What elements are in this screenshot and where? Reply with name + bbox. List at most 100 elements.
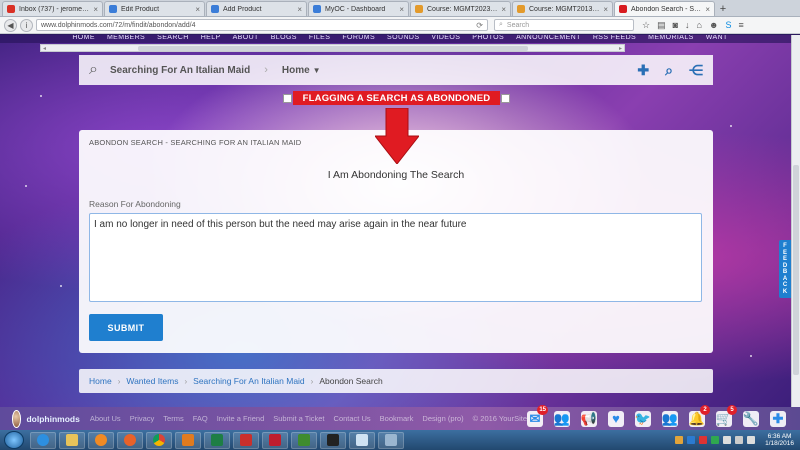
- scroll-thumb[interactable]: [793, 165, 799, 375]
- bookmark-star-icon[interactable]: ☆: [642, 20, 650, 31]
- close-icon[interactable]: ×: [603, 5, 608, 14]
- close-icon[interactable]: ×: [297, 5, 302, 14]
- messages-icon[interactable]: ✉ 15: [527, 404, 548, 427]
- footer-link[interactable]: Invite a Friend: [217, 414, 265, 423]
- top-menu-item[interactable]: PHOTOS: [472, 35, 504, 43]
- browser-tab[interactable]: Add Product ×: [206, 1, 307, 16]
- firefox-icon[interactable]: [117, 431, 143, 449]
- tray-icon[interactable]: [699, 436, 708, 444]
- close-icon[interactable]: ×: [501, 5, 506, 14]
- reason-textarea[interactable]: I am no longer in need of this person bu…: [89, 213, 702, 302]
- friends-icon[interactable]: 👥: [662, 410, 678, 427]
- browser-search-input[interactable]: ⌕ Search: [494, 19, 634, 31]
- browser-tab[interactable]: Abondon Search - Sear... ×: [614, 1, 715, 16]
- avatar[interactable]: [12, 409, 22, 428]
- twitter-icon[interactable]: 🐦: [635, 410, 651, 427]
- share-icon[interactable]: ⋲: [689, 62, 703, 79]
- browser-tab[interactable]: Inbox (737) - jeromemi... ×: [2, 1, 103, 16]
- top-menu-item[interactable]: MEMBERS: [107, 35, 145, 43]
- browser-tab[interactable]: Course: MGMT2023 Fin...×: [410, 1, 511, 16]
- top-menu-item[interactable]: FORUMS: [342, 35, 375, 43]
- pocket-icon[interactable]: ◙: [673, 20, 678, 31]
- submit-button[interactable]: SUBMIT: [89, 314, 163, 341]
- vertical-scrollbar[interactable]: [791, 35, 800, 407]
- breadcrumb-link[interactable]: Searching For An Italian Maid: [193, 376, 305, 386]
- browser-tab[interactable]: Edit Product ×: [104, 1, 205, 16]
- excel-icon[interactable]: [204, 431, 230, 449]
- footer-link[interactable]: Design (pro): [422, 414, 463, 423]
- plus-icon[interactable]: ✚: [770, 410, 786, 427]
- username[interactable]: dolphinmods: [26, 414, 79, 424]
- tray-icon[interactable]: [687, 436, 696, 444]
- horizontal-scrollbar[interactable]: ◂ ▸: [40, 44, 625, 52]
- home-icon[interactable]: ⌂: [697, 20, 702, 31]
- download-icon[interactable]: ↓: [685, 20, 690, 31]
- network-icon[interactable]: [735, 436, 744, 444]
- top-menu-item[interactable]: ANNOUNCEMENT: [516, 35, 581, 43]
- scroll-thumb[interactable]: [137, 45, 528, 51]
- home-dropdown[interactable]: Home ▼: [282, 65, 321, 76]
- back-icon[interactable]: ◀: [4, 18, 17, 32]
- close-icon[interactable]: ×: [93, 5, 98, 14]
- top-menu-item[interactable]: HOME: [72, 35, 95, 43]
- top-menu-item[interactable]: ABOUT: [233, 35, 259, 43]
- site-info-icon[interactable]: i: [20, 18, 33, 32]
- outlook-icon[interactable]: [175, 431, 201, 449]
- reload-icon[interactable]: ⟳: [476, 21, 483, 30]
- heart-icon[interactable]: ♥: [608, 410, 624, 427]
- footer-link[interactable]: Bookmark: [380, 414, 414, 423]
- top-menu-item[interactable]: SOUNDS: [387, 35, 419, 43]
- top-menu-item[interactable]: VIDEOS: [431, 35, 460, 43]
- notepad-icon[interactable]: [349, 431, 375, 449]
- members-icon[interactable]: 👥: [554, 410, 570, 427]
- start-button-icon[interactable]: [4, 431, 24, 449]
- footer-link[interactable]: © 2016 YourSite: [473, 414, 527, 423]
- cart-icon[interactable]: 🛒 5: [716, 404, 737, 427]
- tray-icon[interactable]: [711, 436, 720, 444]
- breadcrumb-link[interactable]: Wanted Items: [126, 376, 178, 386]
- close-icon[interactable]: ×: [705, 5, 710, 14]
- search-icon[interactable]: ⌕: [89, 61, 98, 79]
- media-player-icon[interactable]: [88, 431, 114, 449]
- clock[interactable]: 6:36 AM 1/18/2016: [765, 433, 794, 448]
- paint-icon[interactable]: [233, 431, 259, 449]
- announce-icon[interactable]: 📢: [581, 410, 597, 427]
- skype-icon[interactable]: S: [725, 20, 731, 31]
- breadcrumb-link[interactable]: Home: [89, 376, 112, 386]
- footer-link[interactable]: Contact Us: [334, 414, 371, 423]
- footer-link[interactable]: FAQ: [193, 414, 208, 423]
- search-icon[interactable]: ⌕: [665, 62, 673, 79]
- tray-icon[interactable]: [723, 436, 732, 444]
- top-menu-item[interactable]: HELP: [201, 35, 221, 43]
- bell-icon[interactable]: 🔔 2: [689, 404, 710, 427]
- top-menu-item[interactable]: WANT: [706, 35, 728, 43]
- footer-link[interactable]: About Us: [90, 414, 121, 423]
- search-title[interactable]: Searching For An Italian Maid: [110, 65, 250, 76]
- close-icon[interactable]: ×: [399, 5, 404, 14]
- top-menu-item[interactable]: FILES: [309, 35, 330, 43]
- url-bar[interactable]: www.dolphinmods.com/72/m/findit/abondon/…: [36, 19, 488, 31]
- menu-icon[interactable]: ≡: [738, 20, 743, 31]
- browser-tab[interactable]: MyOC - Dashboard ×: [308, 1, 409, 16]
- filezilla-icon[interactable]: [262, 431, 288, 449]
- tools-icon[interactable]: [378, 431, 404, 449]
- footer-link[interactable]: Terms: [163, 414, 183, 423]
- volume-icon[interactable]: [747, 436, 756, 444]
- ie-icon[interactable]: [30, 431, 56, 449]
- tray-icon[interactable]: [675, 436, 684, 444]
- reader-icon[interactable]: ▤: [657, 20, 666, 31]
- extension-icon[interactable]: ☻: [709, 20, 718, 31]
- close-icon[interactable]: ×: [195, 5, 200, 14]
- wrench-icon[interactable]: 🔧: [743, 410, 759, 427]
- footer-link[interactable]: Submit a Ticket: [273, 414, 324, 423]
- plus-icon[interactable]: ✚: [637, 62, 649, 79]
- terminal-icon[interactable]: [320, 431, 346, 449]
- top-menu-item[interactable]: BLOGS: [271, 35, 297, 43]
- new-tab-icon[interactable]: +: [716, 1, 730, 16]
- chrome-icon[interactable]: [146, 431, 172, 449]
- browser-tab[interactable]: Course: MGMT2013 Intr...×: [512, 1, 613, 16]
- folder-icon[interactable]: [59, 431, 85, 449]
- top-menu-item[interactable]: SEARCH: [157, 35, 189, 43]
- top-menu-item[interactable]: MEMORIALS: [648, 35, 694, 43]
- scroll-right-icon[interactable]: ▸: [619, 45, 622, 52]
